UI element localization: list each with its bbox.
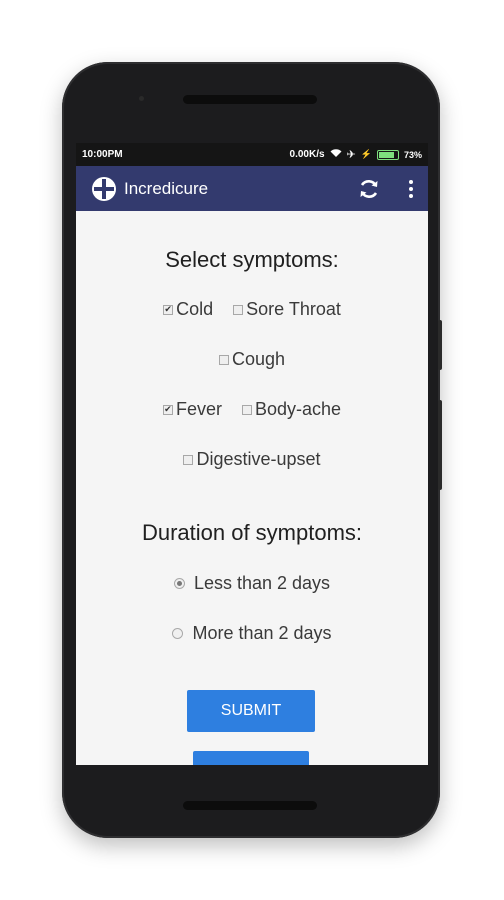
status-bar: 10:00PM 0.00K/s ✈ ⚡ 73%	[76, 143, 428, 166]
refresh-icon[interactable]	[354, 174, 384, 204]
digestive-upset-checkbox-box[interactable]	[183, 454, 194, 465]
front-camera	[139, 96, 144, 101]
submit-button[interactable]: SUBMIT	[187, 690, 315, 732]
radio-more-than-2-days[interactable]: More than 2 days	[76, 623, 428, 644]
digestive-upset-label: Digestive-upset	[196, 449, 321, 469]
screen: 10:00PM 0.00K/s ✈ ⚡ 73% Incredicure Sele…	[76, 143, 428, 765]
checkbox-digestive-upset[interactable]: Digestive-upset	[183, 449, 321, 470]
more-than-2-days-radio[interactable]	[172, 628, 184, 639]
app-title: Incredicure	[124, 178, 209, 198]
fever-label: Fever	[175, 399, 222, 419]
symptom-row-1: ✔ Cold Sore Throat	[76, 299, 428, 320]
app-bar: Incredicure	[76, 166, 428, 211]
status-time: 10:00PM	[82, 149, 123, 160]
network-speed: 0.00K/s	[289, 149, 325, 160]
volume-button	[438, 400, 442, 490]
checkbox-cough[interactable]: Cough	[218, 349, 286, 370]
symptom-row-2: Cough	[76, 349, 428, 370]
checkbox-fever[interactable]: ✔ Fever	[162, 399, 222, 420]
checkbox-body-ache[interactable]: Body-ache	[241, 399, 342, 420]
app-logo-icon	[92, 176, 116, 201]
secondary-button-partial[interactable]	[193, 751, 309, 765]
overflow-menu-icon[interactable]	[404, 174, 418, 204]
checkbox-cold[interactable]: ✔ Cold	[163, 299, 213, 320]
checkbox-sore-throat[interactable]: Sore Throat	[233, 299, 341, 320]
fever-checkbox-box[interactable]: ✔	[162, 404, 173, 415]
battery-percent: 73%	[403, 149, 422, 160]
symptom-form: Select symptoms: ✔ Cold Sore Throat Coug…	[76, 211, 428, 765]
sore-throat-checkbox-box[interactable]	[233, 304, 244, 315]
battery-icon	[376, 149, 399, 160]
wifi-icon	[330, 148, 342, 161]
less-than-2-days-radio[interactable]	[173, 578, 185, 589]
body-ache-checkbox-box[interactable]	[241, 404, 252, 415]
battery-fill	[378, 151, 394, 158]
bottom-speaker	[183, 801, 317, 810]
sore-throat-label: Sore Throat	[246, 299, 341, 319]
top-speaker	[183, 95, 317, 104]
cough-label: Cough	[231, 349, 286, 369]
symptom-row-4: Digestive-upset	[76, 449, 428, 470]
duration-heading: Duration of symptoms:	[141, 520, 363, 545]
airplane-icon: ✈	[346, 149, 356, 161]
symptoms-heading: Select symptoms:	[165, 247, 339, 272]
symptom-row-3: ✔ Fever Body-ache	[76, 399, 428, 420]
body-ache-label: Body-ache	[254, 399, 342, 419]
cough-checkbox-box[interactable]	[218, 354, 229, 365]
cold-checkbox-box[interactable]: ✔	[163, 304, 174, 315]
radio-less-than-2-days[interactable]: Less than 2 days	[76, 573, 428, 594]
power-button	[438, 320, 442, 370]
less-than-2-days-label: Less than 2 days	[193, 573, 331, 593]
more-than-2-days-label: More than 2 days	[192, 623, 332, 643]
cold-label: Cold	[176, 299, 214, 319]
charging-icon: ⚡	[360, 149, 372, 159]
status-indicators: 0.00K/s ✈ ⚡ 73%	[290, 148, 422, 161]
